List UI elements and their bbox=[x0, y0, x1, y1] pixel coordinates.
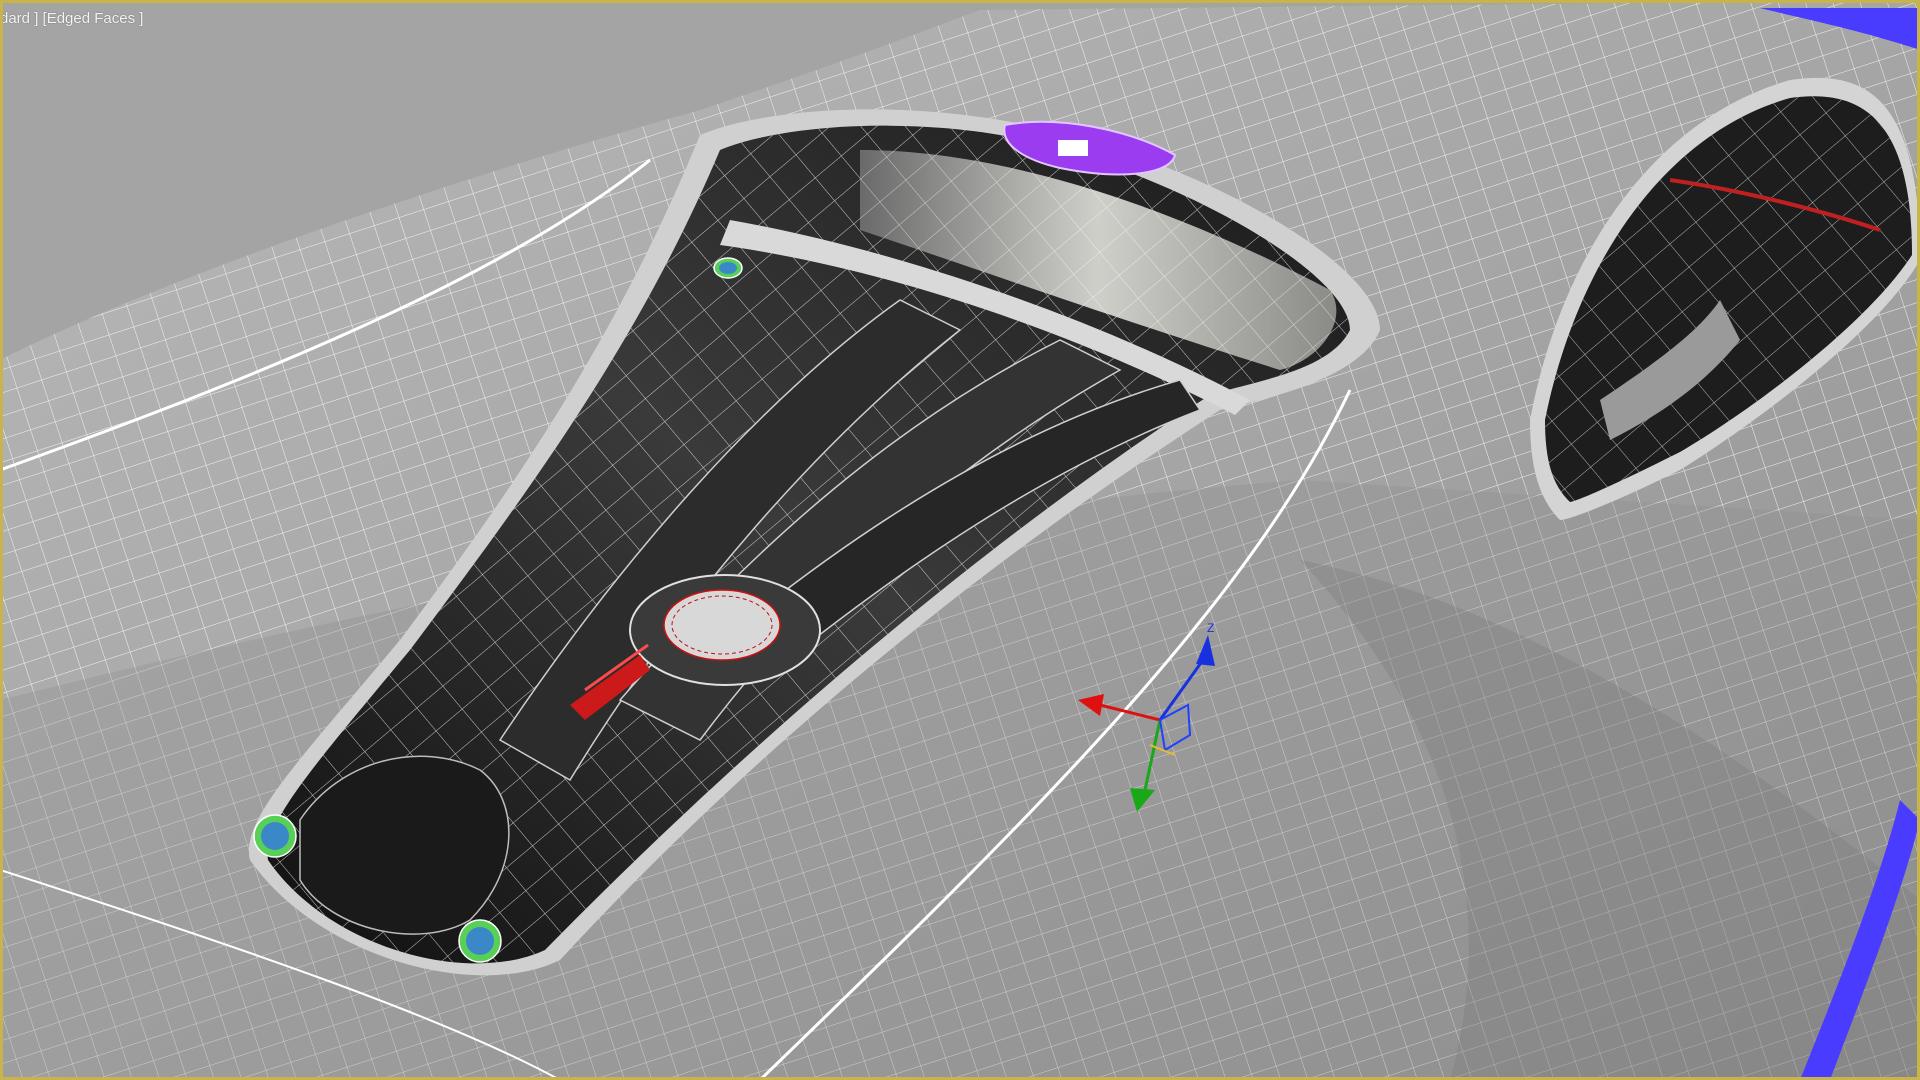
marker-bottom-right[interactable] bbox=[458, 919, 502, 963]
viewport-3d[interactable]: Z dard ] [Edged Faces ] bbox=[0, 0, 1920, 1080]
car-mesh-render[interactable]: Z bbox=[0, 0, 1920, 1080]
marker-top-left[interactable] bbox=[713, 257, 743, 279]
engine-intake-cap bbox=[663, 589, 781, 661]
gizmo-z-label: Z bbox=[1207, 621, 1214, 635]
viewport-label[interactable]: dard ] [Edged Faces ] bbox=[0, 10, 143, 27]
marker-bottom-left[interactable] bbox=[253, 814, 297, 858]
selection-highlight bbox=[1058, 140, 1088, 156]
